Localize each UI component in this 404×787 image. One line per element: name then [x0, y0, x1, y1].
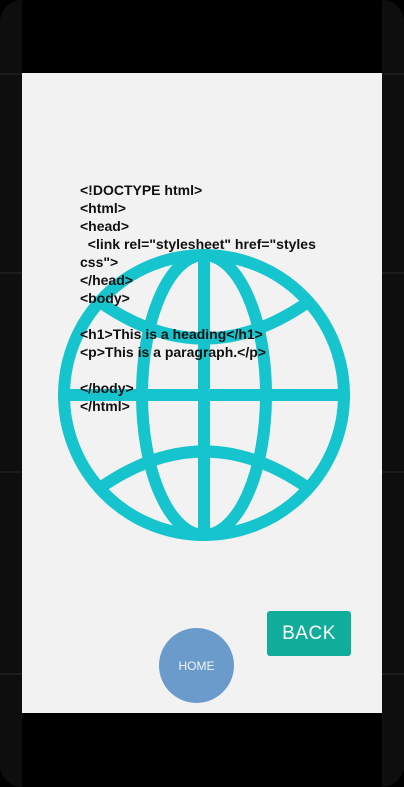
left-bezel — [0, 0, 22, 787]
home-button[interactable]: HOME — [159, 628, 234, 703]
html-code-snippet: <!DOCTYPE html> <html> <head> <link rel=… — [80, 182, 316, 414]
phone-frame: <!DOCTYPE html> <html> <head> <link rel=… — [0, 0, 404, 787]
top-black-bar — [22, 0, 382, 73]
app-screen: <!DOCTYPE html> <html> <head> <link rel=… — [22, 73, 382, 713]
right-bezel — [382, 0, 404, 787]
back-button[interactable]: BACK — [267, 611, 351, 656]
bottom-black-bar — [22, 713, 382, 787]
